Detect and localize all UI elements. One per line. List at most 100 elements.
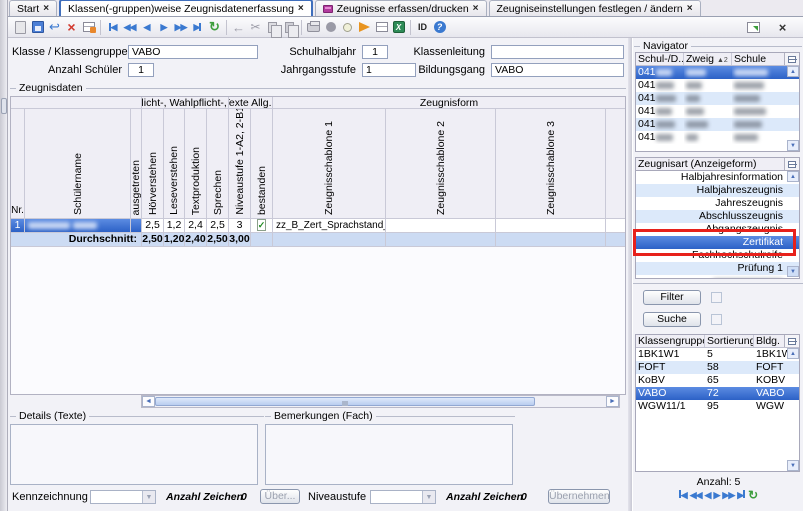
- delete-icon[interactable]: ×: [63, 19, 80, 36]
- edit-table-icon[interactable]: [80, 19, 97, 36]
- zeugnisart-item[interactable]: Abgangszeugnis: [636, 223, 799, 236]
- dock-panel-icon[interactable]: [745, 19, 762, 36]
- scroll-up-icon[interactable]: ▲: [787, 66, 799, 77]
- zeugnisart-item[interactable]: Fachhochschulreife: [636, 249, 799, 262]
- nav-last-icon[interactable]: ▶: [189, 19, 206, 36]
- klasse-field[interactable]: VABO: [128, 45, 258, 59]
- uebernehmen-button[interactable]: Übernehmen: [548, 489, 610, 504]
- zeugnisart-item[interactable]: Jahreszeugnis: [636, 197, 799, 210]
- klassenleitung-field[interactable]: [491, 45, 624, 59]
- nav-fast-next-icon[interactable]: ▶▶: [722, 490, 734, 501]
- nav-prev-icon[interactable]: ◀: [138, 19, 155, 36]
- schablone3-cell[interactable]: [496, 219, 606, 233]
- col-header-sprechen[interactable]: Sprechen: [207, 109, 229, 219]
- zeugnisart-item[interactable]: Halbjahreszeugnis: [636, 184, 799, 197]
- save-icon[interactable]: [29, 19, 46, 36]
- kg-row[interactable]: WGW11/1 95 WGW: [636, 400, 799, 413]
- scrollbar-thumb[interactable]: [155, 397, 535, 406]
- table-h-scrollbar[interactable]: ◄ ►: [141, 395, 620, 408]
- id-button[interactable]: ID: [414, 19, 431, 36]
- tab-zeugnisse-drucken[interactable]: Zeugnisse erfassen/drucken ×: [315, 0, 487, 16]
- nav-col-schule[interactable]: Schul-/D... ▲1: [636, 53, 684, 65]
- leseverstehen-cell[interactable]: 1,2: [164, 219, 185, 233]
- new-document-icon[interactable]: [12, 19, 29, 36]
- schablone2-cell[interactable]: [386, 219, 496, 233]
- scroll-up-icon[interactable]: ▲: [787, 171, 799, 182]
- scroll-down-icon[interactable]: ▼: [787, 460, 799, 471]
- kg-row[interactable]: KoBV 65 KOBV: [636, 374, 799, 387]
- nav-row[interactable]: 041: [636, 92, 799, 105]
- sprechen-cell[interactable]: 2,5: [207, 219, 229, 233]
- niveaustufe-cell[interactable]: 3: [229, 219, 251, 233]
- nav-row[interactable]: 041: [636, 105, 799, 118]
- ueber-button[interactable]: Über...: [260, 489, 300, 504]
- side-panel-handle[interactable]: [1, 98, 7, 114]
- col-header-niveaustufe[interactable]: Niveaustufe 1-A2, 2-B1, 3-B2: [229, 109, 251, 219]
- col-header-schablone1[interactable]: Zeugnisschablone 1: [273, 109, 386, 219]
- nav-row[interactable]: 041: [636, 118, 799, 131]
- collapsed-side-panel[interactable]: [0, 0, 8, 511]
- bildungsgang-field[interactable]: VABO: [491, 63, 624, 77]
- back-arrow-icon[interactable]: ←: [230, 19, 247, 36]
- col-header-schablone3[interactable]: Zeugnisschablone 3: [496, 109, 606, 219]
- col-header-schablone2[interactable]: Zeugnisschablone 2: [386, 109, 496, 219]
- nav-next-icon[interactable]: ▶: [155, 19, 172, 36]
- nav-row-selected[interactable]: 041: [636, 66, 799, 79]
- nav-col-schule2[interactable]: Schule: [732, 53, 784, 65]
- nav-row[interactable]: 041: [636, 131, 799, 144]
- nav-col-zweig[interactable]: Zweig ▲2: [684, 53, 732, 65]
- tab-zeugniseinstellungen[interactable]: Zeugniseinstellungen festlegen / ändern …: [489, 0, 701, 16]
- checkbox-checked-icon[interactable]: ✓: [257, 219, 267, 231]
- cut-icon[interactable]: ✂: [247, 19, 264, 36]
- kg-row[interactable]: 1BK1W1 5 1BK1W: [636, 348, 799, 361]
- jahrgangsstufe-field[interactable]: 1: [362, 63, 416, 77]
- tab-zeugnisdatenerfassung[interactable]: Klassen(-gruppen)weise Zeugnisdatenerfas…: [59, 0, 313, 16]
- col-header-bestanden[interactable]: bestanden: [251, 109, 273, 219]
- bestanden-cell[interactable]: ✓: [251, 219, 273, 233]
- kg-row[interactable]: FOFT 58 FOFT: [636, 361, 799, 374]
- scroll-right-icon[interactable]: ►: [606, 396, 619, 407]
- schulhalbjahr-field[interactable]: 1: [362, 45, 388, 59]
- print-icon[interactable]: [305, 19, 322, 36]
- tab-close-icon[interactable]: ×: [687, 3, 693, 14]
- details-textarea[interactable]: [10, 424, 258, 485]
- hoerverstehen-cell[interactable]: 2,5: [142, 219, 164, 233]
- nav-fast-prev-icon[interactable]: ◀◀: [121, 19, 138, 36]
- nav-row[interactable]: 041: [636, 79, 799, 92]
- filter-button[interactable]: Filter: [643, 290, 701, 305]
- ausgetreten-cell[interactable]: [131, 219, 142, 233]
- undo-icon[interactable]: ↩: [46, 19, 63, 36]
- zeugnisart-v-scrollbar[interactable]: ▲ ▼: [787, 171, 799, 277]
- suche-checkbox[interactable]: [711, 314, 722, 325]
- nav-first-icon[interactable]: ◀: [679, 490, 687, 501]
- kennzeichnung-combo[interactable]: ▼: [90, 490, 156, 504]
- schablone1-cell[interactable]: zz_B_Zert_Sprachstand_A4: [273, 219, 386, 233]
- kg-v-scrollbar[interactable]: ▲ ▼: [787, 348, 799, 471]
- column-chooser-icon[interactable]: [784, 335, 799, 347]
- col-header-textproduktion[interactable]: Textproduktion: [185, 109, 207, 219]
- tab-start[interactable]: Start ×: [9, 0, 57, 16]
- nav-fast-next-icon[interactable]: ▶▶: [172, 19, 189, 36]
- bemerkungen-textarea[interactable]: [265, 424, 513, 485]
- zeugnisart-item[interactable]: Prüfung 1: [636, 262, 799, 275]
- paste-icon[interactable]: [281, 19, 298, 36]
- scroll-left-icon[interactable]: ◄: [142, 396, 155, 407]
- print-preview-icon[interactable]: [322, 19, 339, 36]
- col-header-hoerverstehen[interactable]: Hörverstehen: [142, 109, 164, 219]
- kg-col-sortierung[interactable]: Sortierung: [705, 335, 754, 347]
- col-header-leseverstehen[interactable]: Leseverstehen: [164, 109, 185, 219]
- nav-prev-icon[interactable]: ◀: [705, 490, 711, 501]
- col-header-schuelername[interactable]: Schülername: [25, 109, 131, 219]
- announce-icon[interactable]: [356, 19, 373, 36]
- col-header-nr[interactable]: Nr.: [11, 109, 25, 219]
- refresh-icon[interactable]: ↻: [748, 490, 758, 501]
- chevron-down-icon[interactable]: ▼: [422, 491, 435, 503]
- zeugnisart-item-partial[interactable]: [636, 275, 799, 279]
- zeugnisart-item-selected[interactable]: Zertifikat: [636, 236, 799, 249]
- refresh-icon[interactable]: ↻: [206, 19, 223, 36]
- scroll-up-icon[interactable]: ▲: [787, 348, 799, 359]
- textproduktion-cell[interactable]: 2,4: [185, 219, 207, 233]
- anzahl-schueler-field[interactable]: 1: [128, 63, 154, 77]
- column-chooser-icon[interactable]: [784, 53, 799, 65]
- nav-v-scrollbar[interactable]: ▲ ▼: [787, 66, 799, 151]
